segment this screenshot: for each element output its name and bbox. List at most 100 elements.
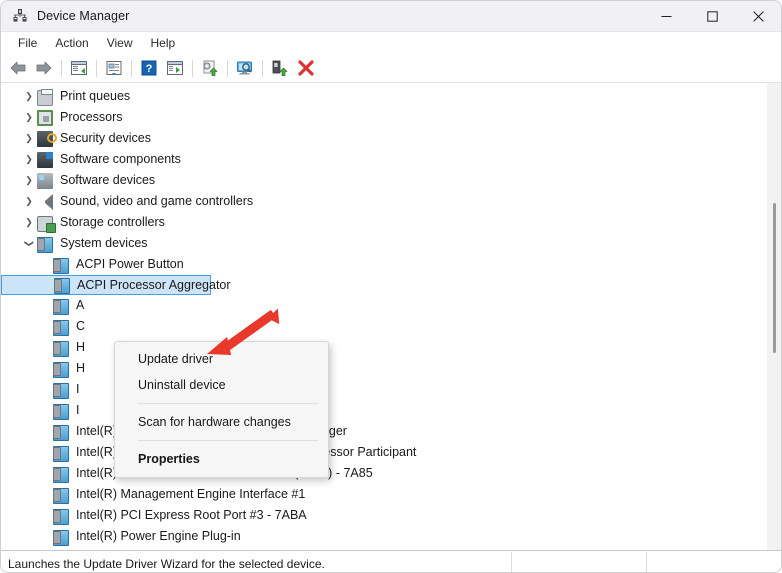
tree-row-label: H: [76, 361, 86, 375]
list-item[interactable]: A: [1, 295, 767, 316]
menu-view[interactable]: View: [98, 33, 142, 53]
device-manager-window: Device Manager File Action View Help ? ❯…: [0, 0, 782, 573]
sound-icon: [37, 194, 53, 210]
system-device-icon: [53, 361, 69, 378]
menu-help[interactable]: Help: [142, 33, 185, 53]
tree-row-label: Intel(R) Management Engine Interface #1: [76, 487, 306, 501]
back-icon[interactable]: [5, 56, 31, 80]
software-component-icon: [37, 152, 53, 168]
view-icon[interactable]: [162, 56, 188, 80]
tree-row-label: Software devices: [60, 173, 156, 187]
context-menu-separator: [138, 403, 318, 404]
chevron-right-icon[interactable]: ❯: [21, 170, 37, 191]
update-driver-icon[interactable]: [197, 56, 223, 80]
tree-row-print-queues[interactable]: ❯ Print queues: [1, 86, 767, 107]
tree-row-label: ACPI Power Button: [76, 257, 184, 271]
enable-device-icon[interactable]: [267, 56, 293, 80]
chevron-right-icon[interactable]: ❯: [21, 128, 37, 149]
context-menu-item-update-driver[interactable]: Update driver: [115, 346, 328, 372]
tree-row-serial-io-gpio-host-controller[interactable]: Intel(R) Serial IO GPIO Host Controller …: [1, 547, 767, 552]
forward-icon[interactable]: [31, 56, 57, 80]
chevron-right-icon[interactable]: ❯: [21, 107, 37, 128]
tree-row-software-devices[interactable]: ❯ Software devices: [1, 170, 767, 191]
system-device-icon: [53, 298, 69, 315]
tree-row-management-engine-interface[interactable]: Intel(R) Management Engine Interface #1: [1, 484, 767, 505]
system-device-icon: [53, 551, 69, 552]
security-device-icon: [37, 131, 57, 147]
help-icon[interactable]: ?: [136, 56, 162, 80]
uninstall-device-icon[interactable]: [293, 56, 319, 80]
toolbar-separator: [131, 59, 132, 77]
tree-row-label: System devices: [60, 236, 148, 250]
system-device-icon: [53, 508, 69, 525]
close-button[interactable]: [735, 1, 781, 32]
tree-row-label: ACPI Processor Aggregator: [77, 278, 231, 292]
window-title: Device Manager: [37, 9, 130, 23]
minimize-button[interactable]: [643, 1, 689, 32]
svg-text:?: ?: [146, 63, 153, 75]
tree-row-security-devices[interactable]: ❯ Security devices: [1, 128, 767, 149]
tree-row-label: Security devices: [60, 131, 152, 145]
window-controls: [643, 1, 781, 32]
system-device-icon: [53, 319, 69, 336]
status-bar-pane: [511, 551, 646, 572]
tree-row-processors[interactable]: ❯ Processors: [1, 107, 767, 128]
system-device-icon: [53, 340, 69, 357]
system-device-icon: [54, 278, 70, 294]
properties-icon[interactable]: [101, 56, 127, 80]
context-menu-item-scan-for-hardware-changes[interactable]: Scan for hardware changes: [115, 409, 328, 435]
tree-row-label: Software components: [60, 152, 181, 166]
show-hide-console-tree-icon[interactable]: [66, 56, 92, 80]
system-device-icon: [53, 382, 69, 399]
device-tree-panel: ❯ Print queues ❯ Processors ❯ Security d…: [1, 83, 781, 551]
toolbar: ?: [1, 54, 781, 83]
system-device-icon: [53, 403, 69, 420]
tree-row-storage-controllers[interactable]: ❯ Storage controllers: [1, 212, 767, 233]
menu-action[interactable]: Action: [46, 33, 97, 53]
tree-row-label: Print queues: [60, 89, 131, 103]
system-device-icon: [53, 445, 69, 462]
chevron-right-icon[interactable]: ❯: [21, 191, 37, 212]
tree-row-label: Intel(R) Power Engine Plug-in: [76, 529, 241, 543]
tree-row-pci-express-root-port[interactable]: Intel(R) PCI Express Root Port #3 - 7ABA: [1, 505, 767, 526]
tree-row-label: I: [76, 403, 80, 417]
tree-row-label: A: [76, 298, 85, 312]
status-bar: Launches the Update Driver Wizard for th…: [1, 551, 781, 572]
context-menu-item-uninstall-device[interactable]: Uninstall device: [115, 372, 328, 398]
system-device-icon: [53, 487, 69, 504]
tree-row-power-engine-plug-in[interactable]: Intel(R) Power Engine Plug-in: [1, 526, 767, 547]
chevron-right-icon[interactable]: ❯: [21, 86, 37, 107]
tree-row-label: I: [76, 382, 80, 396]
list-item[interactable]: C: [1, 316, 767, 337]
scan-hardware-changes-icon[interactable]: [232, 56, 258, 80]
toolbar-separator: [227, 59, 228, 77]
menu-file[interactable]: File: [9, 33, 46, 53]
context-menu[interactable]: Update driver Uninstall device Scan for …: [114, 341, 329, 478]
tree-row-software-components[interactable]: ❯ Software components: [1, 149, 767, 170]
storage-controller-icon: [37, 215, 56, 233]
toolbar-separator: [192, 59, 193, 77]
system-device-icon: [53, 424, 69, 441]
context-menu-item-properties[interactable]: Properties: [115, 446, 328, 472]
printer-icon: [37, 88, 53, 106]
device-tree[interactable]: ❯ Print queues ❯ Processors ❯ Security d…: [1, 86, 767, 550]
tree-row-sound-video-game-controllers[interactable]: ❯ Sound, video and game controllers: [1, 191, 767, 212]
tree-row-acpi-power-button[interactable]: ACPI Power Button: [1, 254, 767, 275]
maximize-button[interactable]: [689, 1, 735, 32]
tree-row-label: Intel(R) Serial IO GPIO Host Controller …: [76, 547, 359, 550]
menu-bar: File Action View Help: [1, 32, 781, 54]
tree-row-acpi-processor-aggregator[interactable]: ACPI Processor Aggregator: [1, 275, 231, 295]
status-bar-pane: [646, 551, 781, 572]
chevron-right-icon[interactable]: ❯: [21, 212, 37, 233]
vertical-scrollbar[interactable]: [767, 83, 781, 550]
system-device-icon: [53, 529, 69, 546]
tree-row-label: Sound, video and game controllers: [60, 194, 254, 208]
title-bar: Device Manager: [1, 1, 781, 32]
scrollbar-thumb[interactable]: [773, 203, 776, 353]
processor-icon: [37, 110, 53, 126]
tree-row-system-devices[interactable]: ❯ System devices: [1, 233, 767, 254]
system-device-icon: [53, 257, 69, 274]
system-device-icon: [53, 466, 69, 483]
context-menu-separator: [138, 440, 318, 441]
chevron-right-icon[interactable]: ❯: [21, 149, 37, 170]
